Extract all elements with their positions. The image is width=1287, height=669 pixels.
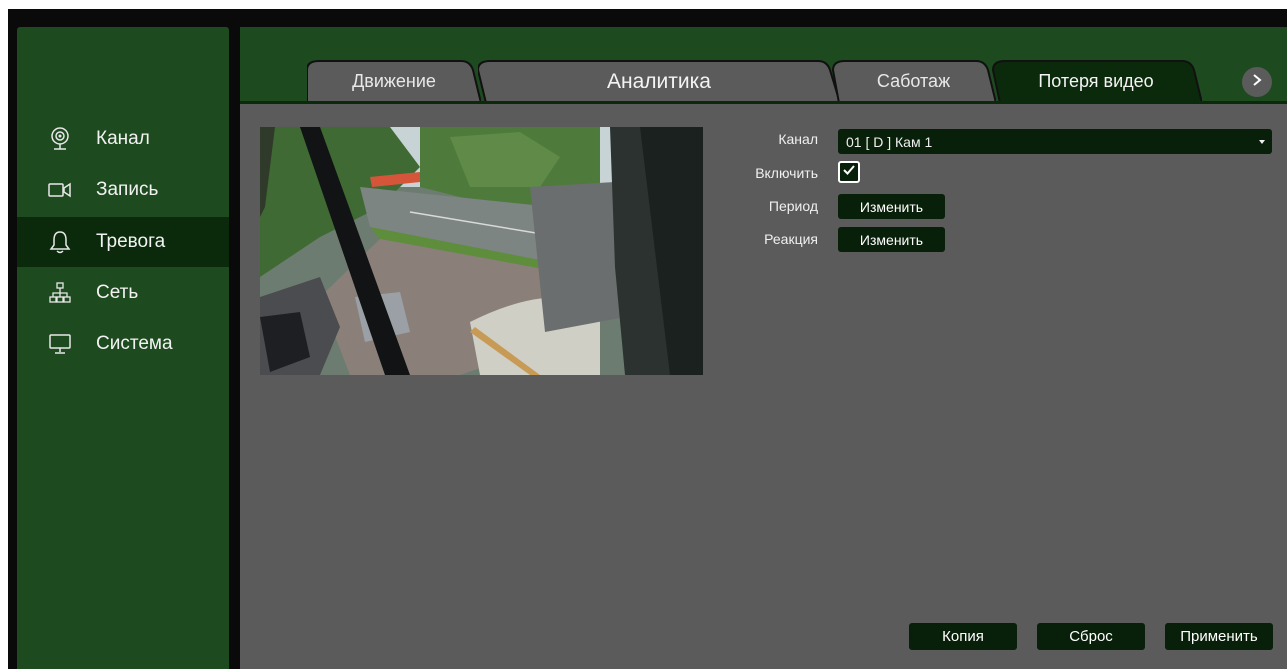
channel-select-value: 01 [ D ] Кам 1: [846, 133, 933, 150]
sidebar-item-label: Запись: [96, 179, 159, 200]
sidebar-item-record[interactable]: Запись: [17, 165, 229, 215]
period-label: Период: [768, 198, 818, 214]
tab-label: Потеря видео: [1038, 71, 1154, 91]
monitor-icon: [48, 332, 72, 356]
sidebar-item-network[interactable]: Сеть: [17, 268, 229, 318]
tab-sabotage[interactable]: Саботаж: [831, 60, 996, 103]
tab-label: Саботаж: [876, 71, 951, 91]
copy-button[interactable]: Копия: [909, 623, 1017, 650]
tab-video-loss[interactable]: Потеря видео: [990, 60, 1202, 103]
sidebar-item-label: Канал: [96, 128, 150, 149]
enable-label: Включить: [755, 165, 818, 181]
checkmark-icon: [842, 163, 856, 181]
camera-lens-icon: [48, 127, 72, 151]
sidebar-item-label: Сеть: [96, 282, 139, 303]
apply-button[interactable]: Применить: [1165, 623, 1273, 650]
sidebar-item-system[interactable]: Система: [17, 319, 229, 369]
period-edit-button[interactable]: Изменить: [838, 194, 945, 219]
tabs-next-button[interactable]: [1242, 67, 1272, 97]
dropdown-caret-icon: [1259, 140, 1265, 144]
channel-label: Канал: [778, 131, 818, 147]
network-icon: [48, 281, 72, 305]
tab-label: Аналитика: [607, 69, 711, 93]
channel-select[interactable]: 01 [ D ] Кам 1: [838, 129, 1272, 154]
video-camera-icon: [48, 178, 72, 202]
sidebar-item-channel[interactable]: Канал: [17, 114, 229, 164]
sidebar: Канал Запись Тревога Сеть Система: [17, 27, 229, 669]
tab-label: Движение: [352, 71, 436, 91]
chevron-right-icon: [1251, 73, 1263, 92]
camera-preview: [260, 127, 703, 375]
sidebar-item-label: Система: [96, 333, 173, 354]
reaction-label: Реакция: [764, 231, 818, 247]
bell-icon: [48, 230, 72, 254]
sidebar-item-label: Тревога: [96, 231, 166, 252]
tab-analytics[interactable]: Аналитика: [478, 60, 840, 103]
tab-motion[interactable]: Движение: [307, 60, 481, 103]
reaction-edit-button[interactable]: Изменить: [838, 227, 945, 252]
sidebar-item-alarm[interactable]: Тревога: [17, 217, 229, 267]
enable-checkbox[interactable]: [838, 161, 860, 183]
reset-button[interactable]: Сброс: [1037, 623, 1145, 650]
